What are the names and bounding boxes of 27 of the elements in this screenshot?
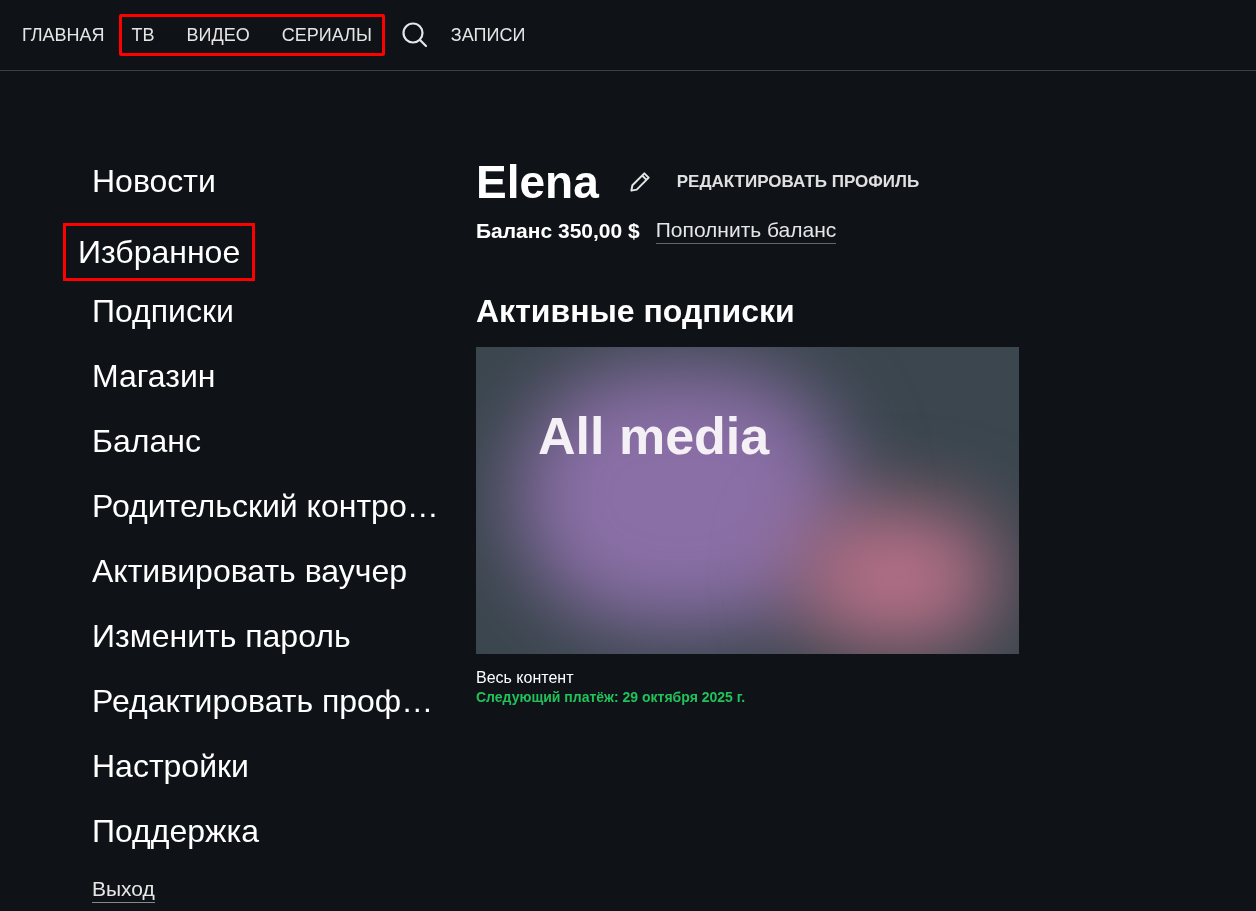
nav-link[interactable]: ГЛАВНАЯ (14, 21, 113, 49)
nav-link[interactable]: СЕРИАЛЫ (273, 21, 380, 49)
profile-name: Elena (476, 157, 599, 207)
section-title: Активные подписки (476, 291, 796, 331)
balance-text: Баланс 350,00 $ (476, 218, 640, 244)
sidebar-item[interactable]: Родительский контро… (78, 486, 453, 526)
edit-profile-link[interactable]: РЕДАКТИРОВАТЬ ПРОФИЛЬ (676, 169, 920, 195)
subscription-banner[interactable]: All media (476, 346, 1019, 654)
sidebar-item[interactable]: Изменить пароль (78, 616, 365, 656)
sidebar-item[interactable]: Активировать ваучер (78, 551, 421, 591)
sidebar-item[interactable]: Поддержка (78, 811, 273, 851)
sidebar-item[interactable]: Баланс (78, 421, 215, 461)
logout-link[interactable]: Выход (92, 876, 155, 903)
sidebar-item[interactable]: Магазин (78, 356, 230, 396)
sidebar-item[interactable]: Подписки (78, 291, 248, 331)
sidebar-item[interactable]: Редактировать проф… (78, 681, 448, 721)
search-icon[interactable] (400, 21, 429, 49)
next-payment-text: Следующий платёж: 29 октября 2025 г. (476, 687, 747, 706)
sidebar-item[interactable]: Избранное (63, 223, 256, 281)
nav-link[interactable]: ВИДЕО (178, 21, 258, 49)
sidebar-item[interactable]: Новости (78, 161, 230, 201)
top-up-link[interactable]: Пополнить баланс (655, 217, 837, 245)
nav-link[interactable]: ТВ (123, 21, 163, 49)
nav-link[interactable]: ЗАПИСИ (442, 21, 534, 49)
sidebar-item[interactable]: Настройки (78, 746, 263, 786)
subscription-name: Весь контент (476, 667, 575, 688)
banner-title: All media (538, 405, 770, 467)
